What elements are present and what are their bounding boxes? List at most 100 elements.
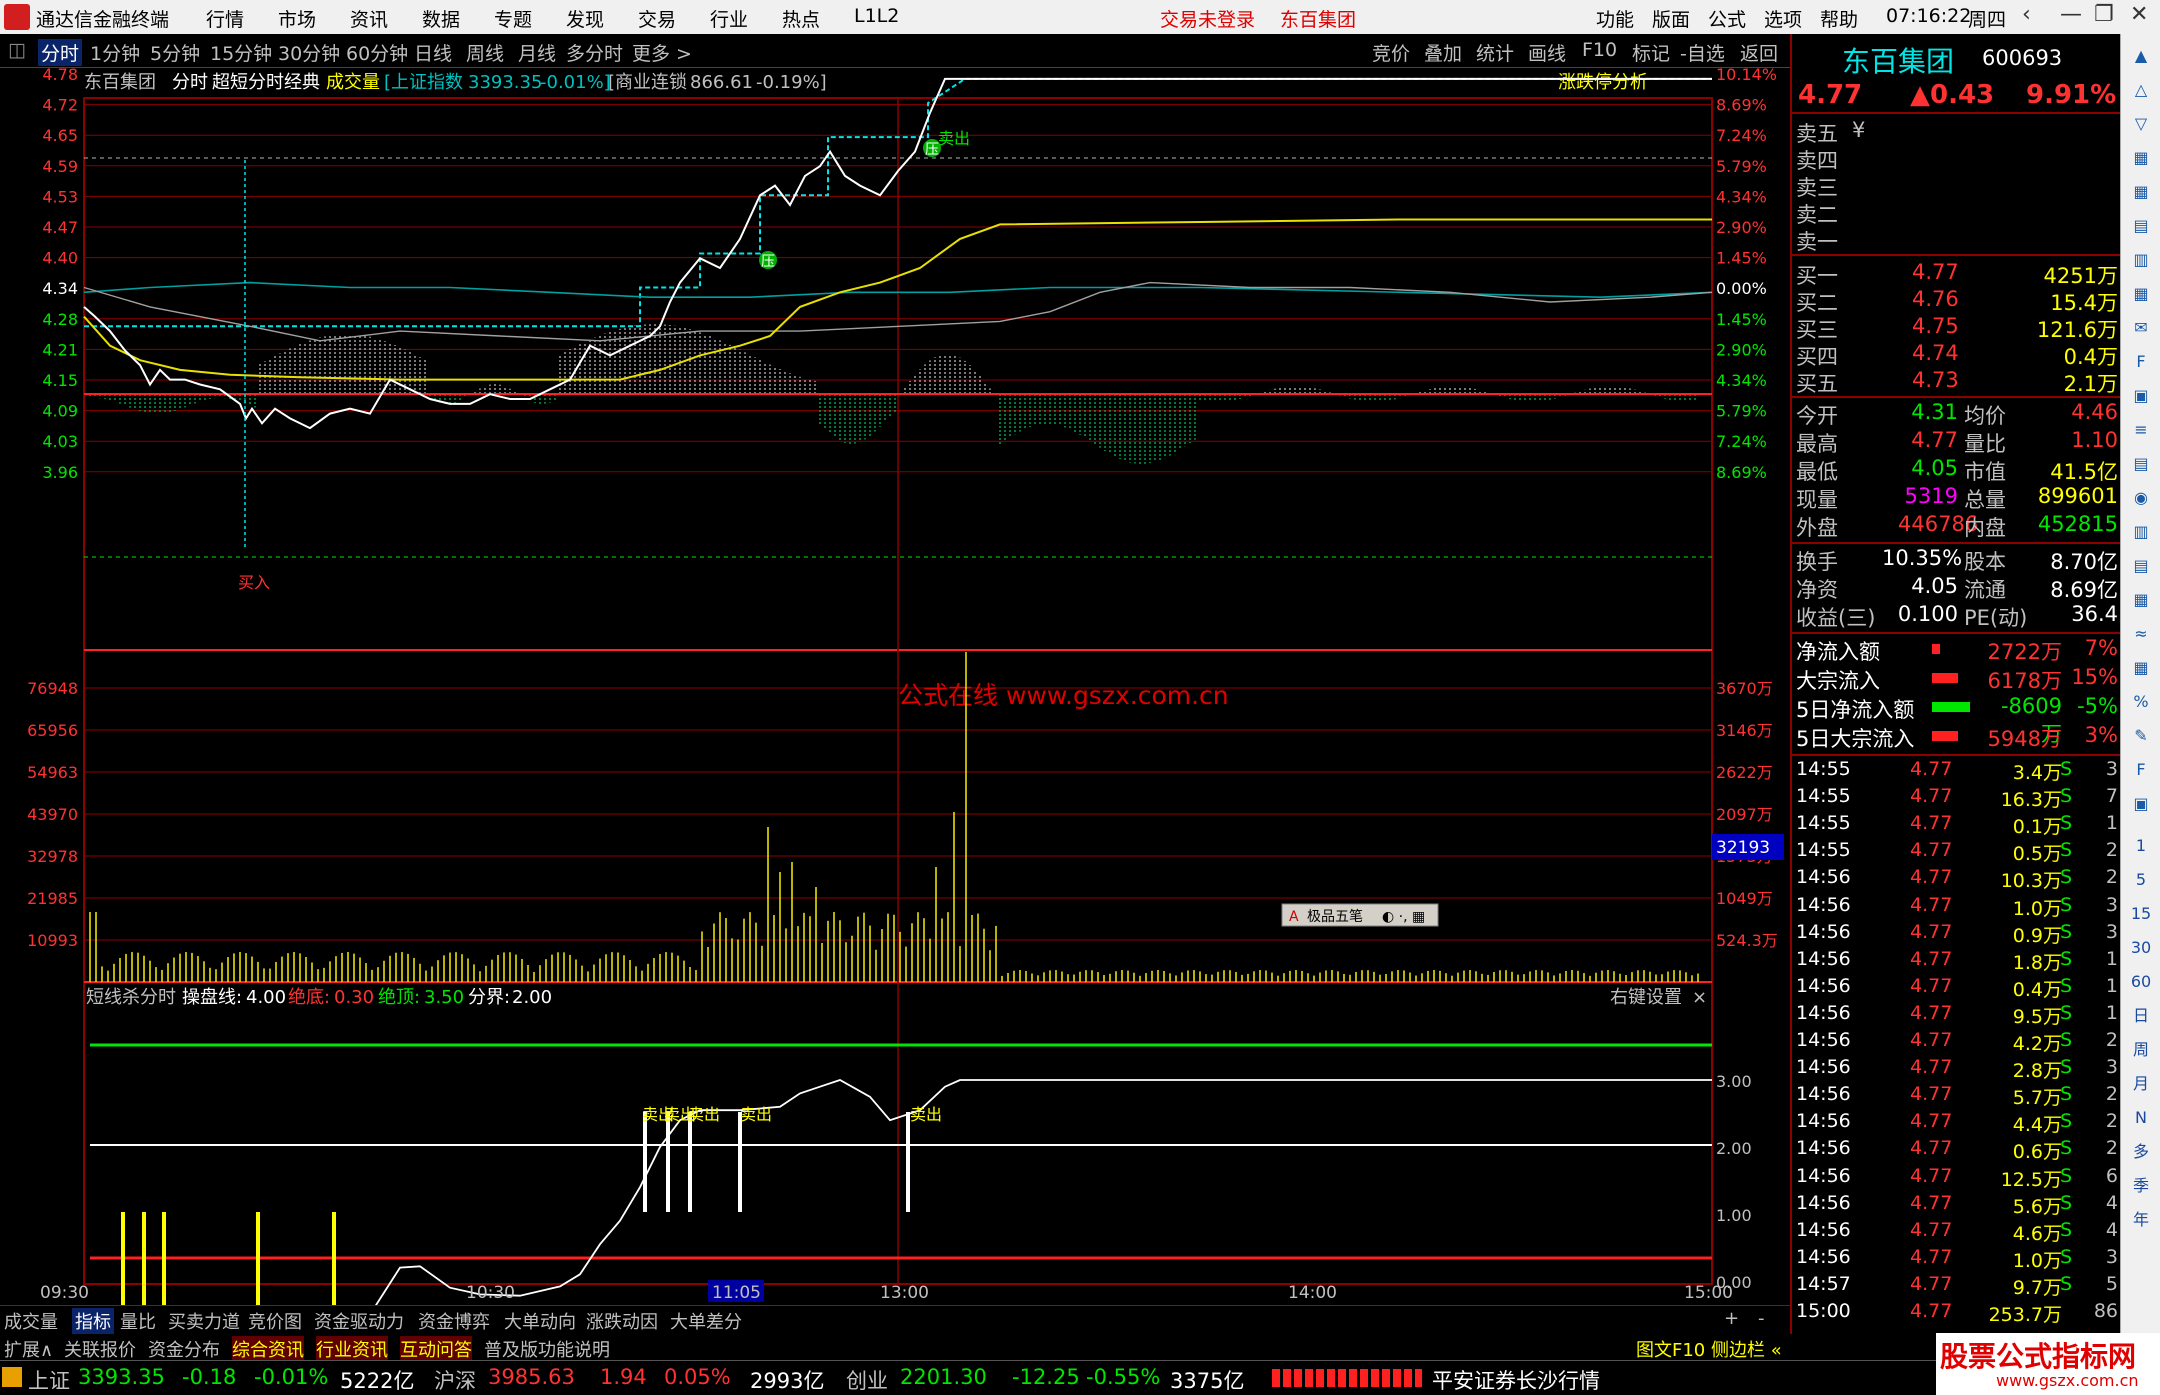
- indicator-tab[interactable]: 资金博弈: [418, 1308, 490, 1334]
- percent-icon[interactable]: %: [2127, 688, 2155, 716]
- indicator-tab[interactable]: 竞价图: [248, 1308, 302, 1334]
- board-icon[interactable]: ▣: [2127, 382, 2155, 410]
- minimize-icon[interactable]: —: [2060, 2, 2082, 27]
- pen-icon[interactable]: ✎: [2127, 722, 2155, 750]
- menu-quotes[interactable]: 行情: [206, 5, 244, 32]
- indicator-tab[interactable]: 涨跌动因: [586, 1308, 658, 1334]
- sell-level-row[interactable]: 卖五 ¥: [1792, 118, 2122, 146]
- buy-level-row[interactable]: 买五 4.73 2.1万: [1792, 368, 2122, 396]
- target-icon[interactable]: ◉: [2127, 484, 2155, 512]
- btn-f10[interactable]: F10: [1582, 39, 1617, 61]
- indicator-tab[interactable]: 大单动向: [504, 1308, 576, 1334]
- indicator-tab[interactable]: 量比: [120, 1308, 156, 1334]
- tab-5min[interactable]: 5分钟: [150, 39, 200, 66]
- indicator-settings[interactable]: 右键设置: [1610, 987, 1682, 1008]
- menu-l1l2[interactable]: L1L2: [854, 5, 899, 27]
- grid-icon[interactable]: ▦: [2127, 144, 2155, 172]
- restore-icon[interactable]: ❐: [2094, 2, 2114, 27]
- period-shortcut-label[interactable]: 年: [2127, 1206, 2155, 1234]
- panel-toggle-icon[interactable]: ◫: [8, 39, 26, 61]
- f-icon[interactable]: F: [2127, 756, 2155, 784]
- tab-daily[interactable]: 日线: [414, 39, 452, 66]
- up-icon[interactable]: △: [2127, 76, 2155, 104]
- close-icon[interactable]: ✕: [2130, 2, 2148, 27]
- extension-tab[interactable]: 行业资讯: [316, 1336, 388, 1362]
- down-icon[interactable]: ▽: [2127, 110, 2155, 138]
- intraday-chart[interactable]: 东百集团 分时 超短分时经典 成交量 [上证指数 3393.35 -0.01%]…: [0, 65, 1790, 1340]
- btn-overlay[interactable]: 叠加: [1424, 39, 1462, 66]
- buy-level-row[interactable]: 买三 4.75 121.6万: [1792, 314, 2122, 342]
- chart-formula-name[interactable]: 超短分时经典: [212, 72, 320, 93]
- chart-icon[interactable]: ▤: [2127, 212, 2155, 240]
- extension-tab[interactable]: 综合资讯: [232, 1336, 304, 1362]
- sell-level-row[interactable]: 卖一: [1792, 226, 2122, 254]
- zoom-in-button[interactable]: +: [1724, 1308, 1739, 1329]
- limit-analysis-link[interactable]: 涨跌停分析: [1558, 72, 1648, 93]
- buy-level-row[interactable]: 买一 4.77 4251万: [1792, 260, 2122, 288]
- period-shortcut-label[interactable]: 季: [2127, 1172, 2155, 1200]
- tab-30min[interactable]: 30分钟: [278, 39, 340, 66]
- tile-icon[interactable]: ▦: [2127, 654, 2155, 682]
- period-shortcut-label[interactable]: N: [2127, 1104, 2155, 1132]
- tab-60min[interactable]: 60分钟: [346, 39, 408, 66]
- menu-options[interactable]: 选项: [1764, 5, 1802, 32]
- menu-data[interactable]: 数据: [422, 5, 460, 32]
- zoom-out-button[interactable]: -: [1758, 1308, 1765, 1329]
- period-shortcut-label[interactable]: 30: [2127, 934, 2155, 962]
- period-shortcut-label[interactable]: 15: [2127, 900, 2155, 928]
- btn-remove-watchlist[interactable]: -自选: [1680, 39, 1725, 66]
- btn-draw[interactable]: 画线: [1528, 39, 1566, 66]
- tab-intraday[interactable]: 分时: [38, 39, 83, 66]
- period-shortcut-label[interactable]: 多: [2127, 1138, 2155, 1166]
- menu-formula[interactable]: 公式: [1708, 5, 1746, 32]
- box-icon[interactable]: ▣: [2127, 790, 2155, 818]
- tab-monthly[interactable]: 月线: [518, 39, 556, 66]
- menu-news[interactable]: 资讯: [350, 5, 388, 32]
- up-arrow-icon[interactable]: ▲: [2127, 42, 2155, 70]
- tab-more[interactable]: 更多 >: [632, 39, 692, 66]
- btn-mark[interactable]: 标记: [1632, 39, 1670, 66]
- table-icon[interactable]: ▦: [2127, 178, 2155, 206]
- menu-market[interactable]: 市场: [278, 5, 316, 32]
- period-shortcut-label[interactable]: 5: [2127, 866, 2155, 894]
- period-shortcut-label[interactable]: 周: [2127, 1036, 2155, 1064]
- period-shortcut-label[interactable]: 60: [2127, 968, 2155, 996]
- tab-weekly[interactable]: 周线: [466, 39, 504, 66]
- candle-icon[interactable]: ▦: [2127, 280, 2155, 308]
- indicator-tab[interactable]: 成交量: [4, 1308, 58, 1334]
- period-shortcut-label[interactable]: 日: [2127, 1002, 2155, 1030]
- indicator-close-icon[interactable]: ×: [1692, 987, 1707, 1008]
- extension-tab[interactable]: 资金分布: [148, 1336, 220, 1362]
- indicator-tab[interactable]: 指标: [72, 1308, 114, 1334]
- period-shortcut-label[interactable]: 月: [2127, 1070, 2155, 1098]
- matrix-icon[interactable]: ▦: [2127, 586, 2155, 614]
- indicator-title[interactable]: 短线杀分时: [86, 987, 176, 1008]
- indicator-tab[interactable]: 大单差分: [670, 1308, 742, 1334]
- tab-15min[interactable]: 15分钟: [210, 39, 272, 66]
- extension-tab[interactable]: 扩展∧: [4, 1336, 53, 1362]
- sell-level-row[interactable]: 卖四: [1792, 145, 2122, 173]
- wave-icon[interactable]: ≈: [2127, 620, 2155, 648]
- menu-hot[interactable]: 热点: [782, 5, 820, 32]
- sell-level-row[interactable]: 卖三: [1792, 172, 2122, 200]
- buy-level-row[interactable]: 买二 4.76 15.4万: [1792, 287, 2122, 315]
- back-icon[interactable]: ‹: [2022, 2, 2031, 27]
- tab-multi-intraday[interactable]: 多分时: [566, 39, 623, 66]
- tab-1min[interactable]: 1分钟: [90, 39, 140, 66]
- btn-stats[interactable]: 统计: [1476, 39, 1514, 66]
- panel-icon[interactable]: ▤: [2127, 552, 2155, 580]
- bar-chart-icon[interactable]: ▥: [2127, 246, 2155, 274]
- sell-level-row[interactable]: 卖二: [1792, 199, 2122, 227]
- menu-industry[interactable]: 行业: [710, 5, 748, 32]
- btn-auction[interactable]: 竞价: [1372, 39, 1410, 66]
- buy-level-row[interactable]: 买四 4.74 0.4万: [1792, 341, 2122, 369]
- f10-icon[interactable]: F: [2127, 348, 2155, 376]
- indicator-tab[interactable]: 买卖力道: [168, 1308, 240, 1334]
- login-status[interactable]: 交易未登录: [1160, 5, 1255, 32]
- sheet-icon[interactable]: ▤: [2127, 450, 2155, 478]
- period-shortcut-label[interactable]: 1: [2127, 832, 2155, 860]
- list-icon[interactable]: ≡: [2127, 416, 2155, 444]
- indicator-tab[interactable]: 资金驱动力: [314, 1308, 404, 1334]
- stack-icon[interactable]: ▥: [2127, 518, 2155, 546]
- sidebar-toggle[interactable]: 图文F10 侧边栏 «: [1636, 1336, 1782, 1362]
